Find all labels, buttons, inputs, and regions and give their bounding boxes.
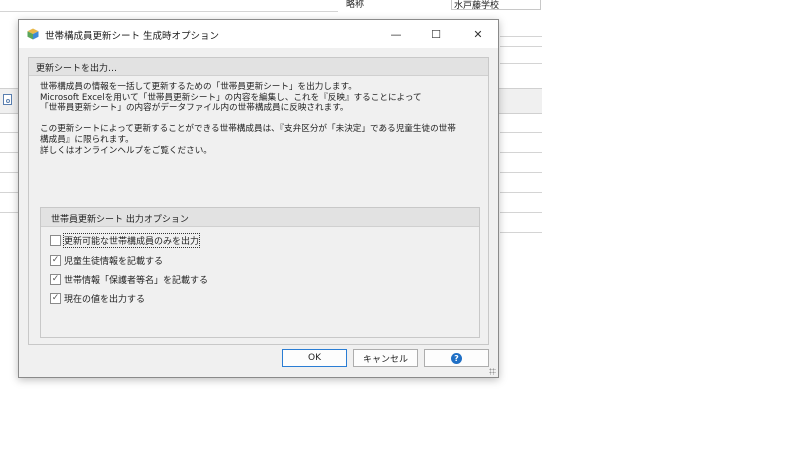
dialog-title: 世帯構成員更新シート 生成時オプション: [45, 31, 220, 42]
output-options-dialog: 世帯構成員更新シート 生成時オプション — ☐ ✕ 更新シートを出力… 世帯構成…: [18, 19, 499, 378]
section-header-label: 更新シートを出力…: [36, 64, 118, 74]
abbreviation-value: 水戸藤学校: [454, 1, 500, 11]
check-icon: ✓: [51, 292, 60, 303]
output-section: 更新シートを出力… 世帯構成員の情報を一括して更新するための「世帯員更新シート」…: [28, 57, 489, 345]
divider: [500, 63, 542, 64]
resize-grip[interactable]: [489, 368, 496, 375]
app-cube-icon: [27, 28, 39, 40]
checkbox[interactable]: ✓: [50, 292, 61, 304]
grid-row-line: [0, 212, 18, 213]
grid-row-line: [0, 192, 18, 193]
grid-row-line: [500, 152, 542, 153]
maximize-icon: ☐: [431, 27, 441, 41]
dialog-titlebar[interactable]: 世帯構成員更新シート 生成時オプション — ☐ ✕: [19, 20, 498, 48]
close-icon: ✕: [473, 27, 483, 41]
ok-button-label: OK: [308, 353, 321, 363]
abbreviation-field[interactable]: 水戸藤学校: [451, 0, 541, 11]
grid-row-line: [0, 152, 18, 153]
options-header-label: 世帯員更新シート 出力オプション: [51, 215, 189, 225]
description-line: 「世帯員更新シート」の内容がデータファイル内の世帯構成員に反映されます。: [40, 103, 349, 114]
check-icon: ✓: [51, 273, 60, 284]
maximize-button[interactable]: ☐: [416, 20, 456, 48]
help-button[interactable]: ?: [424, 349, 489, 367]
option-label: 世帯情報「保護者等名」を記載する: [64, 275, 209, 286]
grid-row-line: [0, 172, 18, 173]
checkbox[interactable]: ✓: [50, 273, 61, 285]
divider: [0, 11, 338, 12]
description-line: 詳しくはオンラインヘルプをご覧ください。: [40, 145, 212, 156]
preview-document-icon[interactable]: [3, 94, 12, 105]
field-label: 略称: [346, 0, 365, 10]
option-label: 更新可能な世帯構成員のみを出力: [62, 232, 201, 248]
option-include-guardian-name[interactable]: ✓ 世帯情報「保護者等名」を記載する: [50, 272, 208, 286]
description-line: Microsoft Excelを用いて「世帯員更新シート」の内容を編集し、これを…: [40, 92, 422, 103]
cancel-button-label: キャンセル: [362, 354, 408, 365]
grid-toolbar: [499, 88, 542, 114]
output-options-panel: 世帯員更新シート 出力オプション 更新可能な世帯構成員のみを出力 ✓ 児童生徒情…: [40, 207, 480, 338]
check-icon: ✓: [51, 254, 60, 265]
minimize-button[interactable]: —: [376, 20, 416, 48]
grid-row-line: [500, 232, 542, 233]
minimize-icon: —: [390, 27, 402, 41]
grid-row-line: [500, 132, 542, 133]
grid-row-line: [500, 192, 542, 193]
help-icon: ?: [451, 352, 462, 364]
option-label: 児童生徒情報を記載する: [64, 256, 164, 267]
close-button[interactable]: ✕: [458, 20, 498, 48]
checkbox[interactable]: [50, 234, 61, 246]
grid-row-line: [500, 172, 542, 173]
description-text: 世帯構成員の情報を一括して更新するための「世帯員更新シート」を出力します。 Mi…: [40, 82, 480, 156]
grid-row-line: [0, 132, 18, 133]
grid-row-line: [500, 212, 542, 213]
description-line: この更新シートによって更新することができる世帯構成員は、『支弁区分が「未決定」で…: [40, 124, 456, 135]
ok-button[interactable]: OK: [282, 349, 347, 367]
description-line: 世帯構成員の情報を一括して更新するための「世帯員更新シート」を出力します。: [40, 82, 357, 92]
option-include-student-info[interactable]: ✓ 児童生徒情報を記載する: [50, 253, 163, 267]
option-label: 現在の値を出力する: [64, 294, 146, 305]
options-header: 世帯員更新シート 出力オプション: [41, 208, 479, 227]
section-header: 更新シートを出力…: [29, 58, 488, 76]
divider: [500, 46, 542, 47]
option-output-current-values[interactable]: ✓ 現在の値を出力する: [50, 291, 145, 305]
checkbox[interactable]: ✓: [50, 254, 61, 266]
option-updatable-only[interactable]: 更新可能な世帯構成員のみを出力: [50, 232, 201, 248]
description-line: 構成員』に限られます。: [40, 134, 134, 145]
divider: [500, 36, 542, 37]
cancel-button[interactable]: キャンセル: [353, 349, 418, 367]
